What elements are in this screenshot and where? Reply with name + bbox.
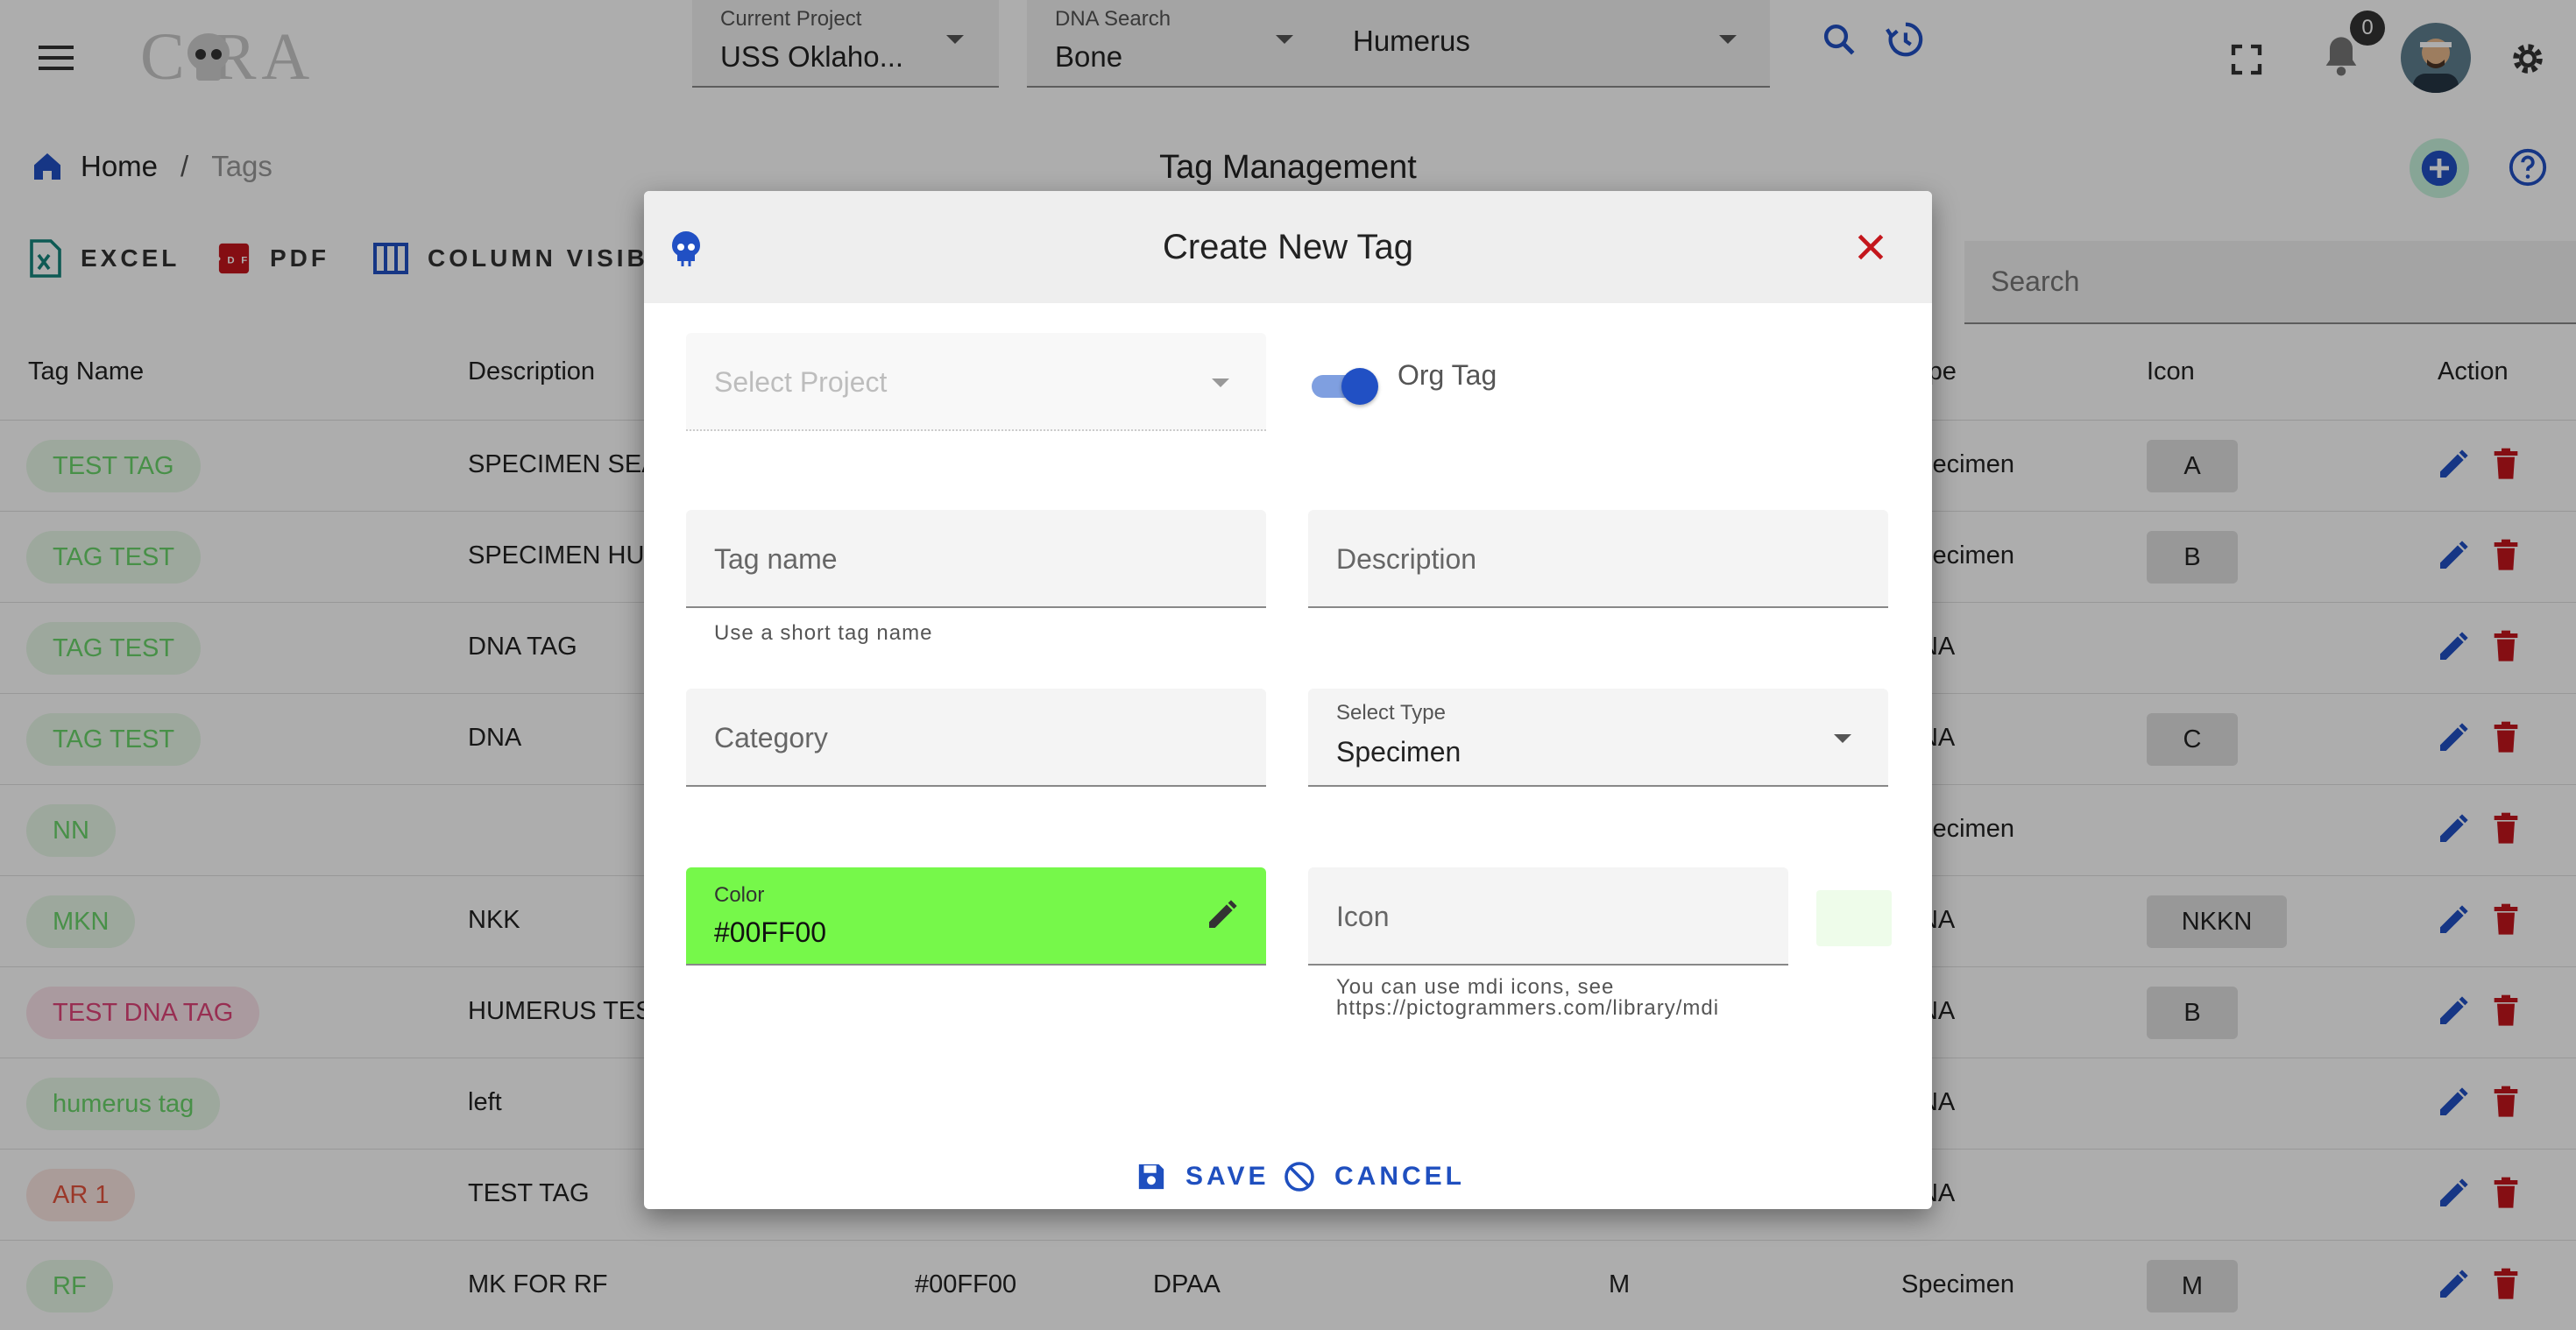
icon-hint-line-2: https://pictogrammers.com/library/mdi — [1336, 996, 1720, 1020]
category-placeholder: Category — [714, 722, 828, 753]
description-placeholder: Description — [1336, 543, 1477, 575]
select-type-value: Specimen — [1336, 736, 1461, 768]
description-input[interactable]: Description — [1308, 510, 1888, 608]
select-project-placeholder: Select Project — [714, 366, 888, 398]
icon-preview-swatch — [1816, 890, 1892, 946]
dialog-title: Create New Tag — [1162, 228, 1414, 266]
select-type-label: Select Type — [1336, 701, 1446, 725]
cancel-label: CANCEL — [1334, 1162, 1465, 1191]
icon-input[interactable]: Icon — [1308, 867, 1788, 966]
tag-name-hint: Use a short tag name — [714, 621, 933, 645]
save-button[interactable]: SAVE — [1136, 1146, 1269, 1207]
pencil-icon[interactable] — [1205, 897, 1240, 932]
close-icon[interactable] — [1855, 231, 1886, 263]
color-value: #00FF00 — [714, 916, 827, 948]
tag-name-placeholder: Tag name — [714, 543, 838, 575]
cancel-icon — [1284, 1162, 1314, 1192]
org-tag-label: Org Tag — [1398, 359, 1497, 391]
chevron-down-icon — [1834, 734, 1851, 743]
category-input[interactable]: Category — [686, 689, 1266, 787]
cancel-button[interactable]: CANCEL — [1284, 1146, 1465, 1207]
icon-placeholder: Icon — [1336, 901, 1390, 932]
org-tag-toggle[interactable] — [1312, 366, 1382, 405]
select-project-dropdown[interactable]: Select Project — [686, 333, 1266, 431]
color-label: Color — [714, 883, 765, 907]
save-label: SAVE — [1185, 1162, 1270, 1191]
create-tag-dialog: Create New Tag Select Project Org Tag Ta… — [644, 191, 1932, 1209]
icon-hint-line-1: You can use mdi icons, see — [1336, 975, 1615, 999]
dialog-header: Create New Tag — [644, 191, 1932, 303]
tag-name-input[interactable]: Tag name — [686, 510, 1266, 608]
select-type-dropdown[interactable]: Select Type Specimen — [1308, 689, 1888, 787]
chevron-down-icon — [1212, 378, 1229, 387]
color-input[interactable]: Color #00FF00 — [686, 867, 1266, 966]
floppy-disk-icon — [1138, 1164, 1164, 1190]
